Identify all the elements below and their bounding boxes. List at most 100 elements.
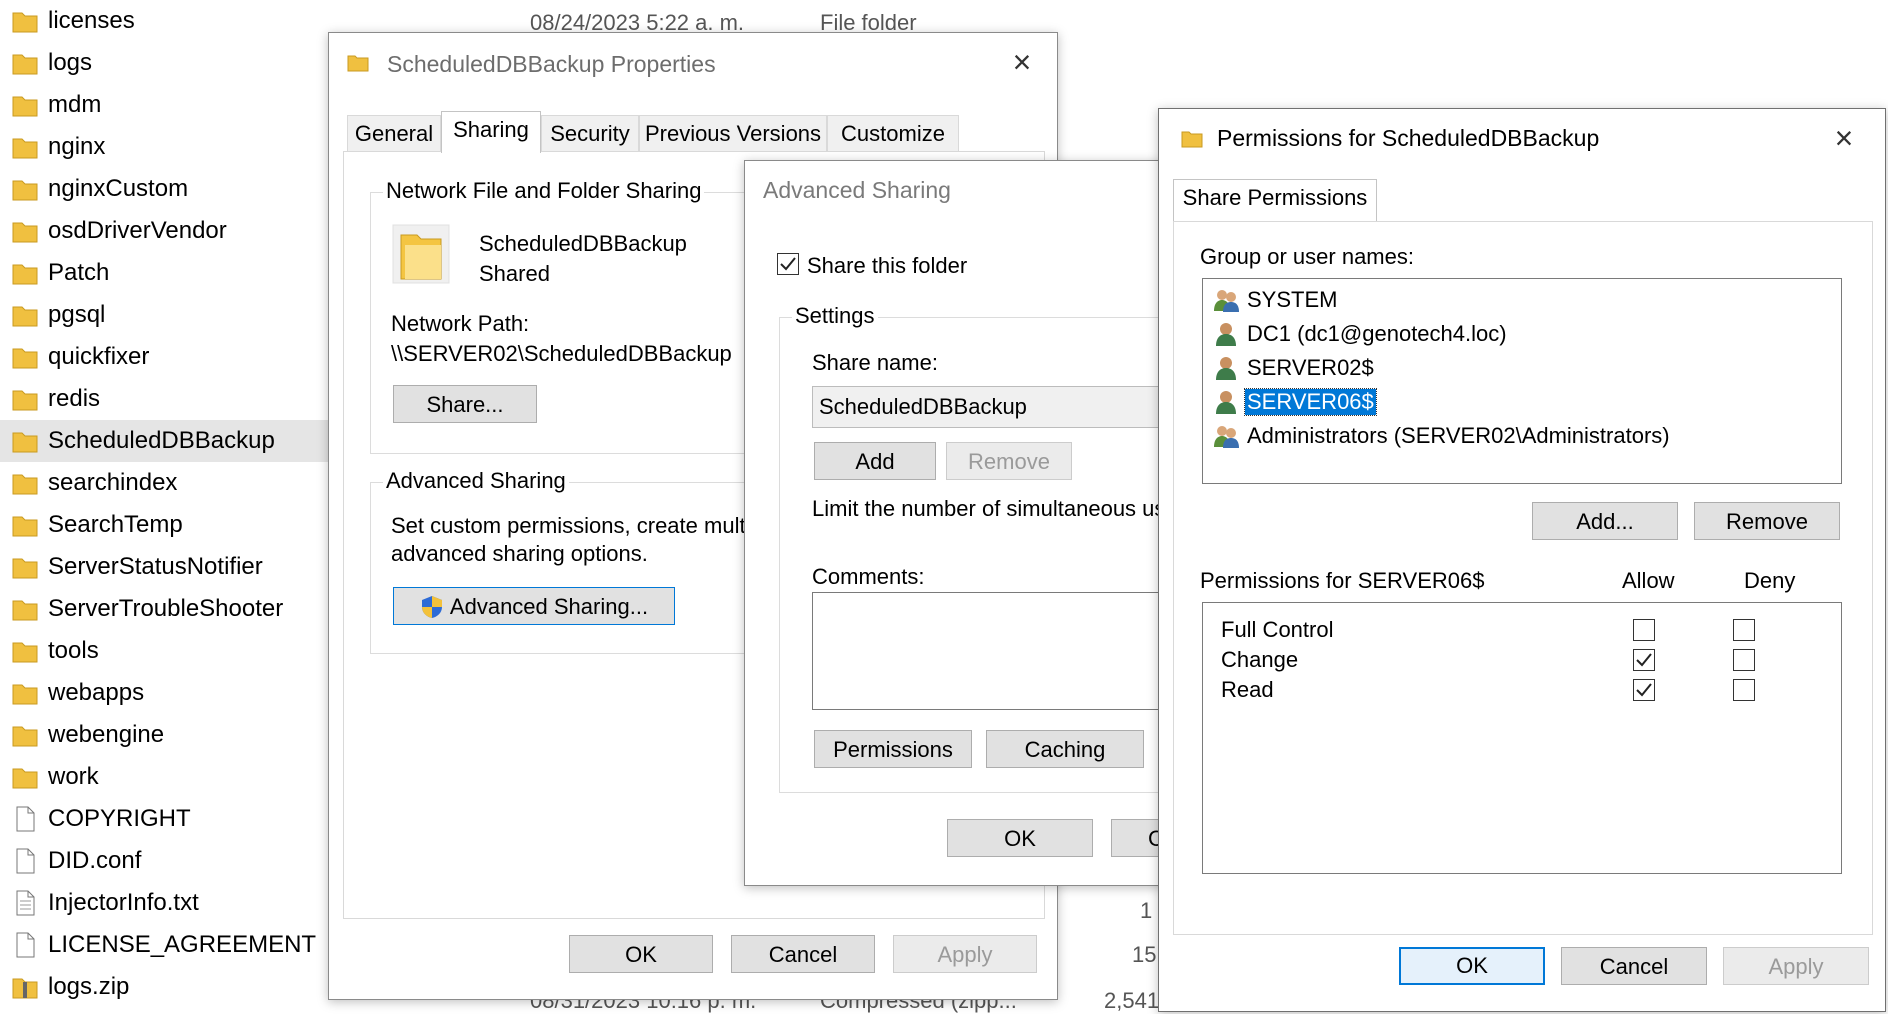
shared-folder-name: ScheduledDBBackup bbox=[479, 231, 687, 256]
deny-checkbox[interactable] bbox=[1733, 679, 1755, 701]
permissions-for-label: Permissions for SERVER06$ bbox=[1200, 568, 1485, 593]
tab-customize[interactable]: Customize bbox=[827, 115, 959, 152]
file-icon bbox=[16, 848, 35, 874]
advanced-cancel-button[interactable]: C bbox=[1111, 819, 1165, 857]
file-item[interactable]: work bbox=[0, 756, 328, 798]
tab-sharing[interactable]: Sharing bbox=[441, 111, 541, 153]
properties-cancel-button[interactable]: Cancel bbox=[731, 935, 875, 973]
advanced-sharing-button[interactable]: Advanced Sharing... bbox=[393, 587, 675, 625]
checkmark-icon bbox=[1636, 653, 1652, 667]
tab-share-permissions[interactable]: Share Permissions bbox=[1173, 179, 1377, 221]
file-item[interactable]: SearchTemp bbox=[0, 504, 328, 546]
allow-column-header: Allow bbox=[1622, 568, 1675, 593]
user-icon bbox=[1216, 391, 1236, 414]
share-this-folder-checkbox[interactable] bbox=[777, 253, 799, 275]
allow-checkbox[interactable] bbox=[1633, 619, 1655, 641]
user-name: DC1 (dc1@genotech4.loc) bbox=[1247, 321, 1507, 346]
permissions-cancel-button[interactable]: Cancel bbox=[1561, 947, 1707, 985]
settings-group: Settings Share name: ScheduledDBBackup A… bbox=[779, 303, 1165, 793]
file-name: InjectorInfo.txt bbox=[48, 889, 199, 916]
allow-checkbox[interactable] bbox=[1633, 679, 1655, 701]
network-sharing-group-label: Network File and Folder Sharing bbox=[383, 178, 705, 204]
file-item[interactable]: logs bbox=[0, 42, 328, 84]
permission-list: Full Control Change Read bbox=[1202, 602, 1842, 874]
folder-icon bbox=[12, 474, 38, 495]
file-item[interactable]: nginx bbox=[0, 126, 328, 168]
settings-group-label: Settings bbox=[792, 303, 878, 329]
user-icon bbox=[1216, 357, 1236, 380]
file-name: ServerStatusNotifier bbox=[48, 553, 263, 580]
share-status-text: Shared bbox=[479, 261, 550, 286]
folder-icon bbox=[12, 180, 38, 201]
file-item[interactable]: ServerStatusNotifier bbox=[0, 546, 328, 588]
file-item[interactable]: osdDriverVendor bbox=[0, 210, 328, 252]
file-item[interactable]: logs.zip bbox=[0, 966, 328, 1008]
file-item[interactable]: pgsql bbox=[0, 294, 328, 336]
file-name: osdDriverVendor bbox=[48, 217, 227, 244]
comments-field[interactable] bbox=[812, 592, 1165, 710]
tab-security[interactable]: Security bbox=[541, 115, 639, 152]
folder-icon bbox=[12, 432, 38, 453]
permissions-ok-button[interactable]: OK bbox=[1399, 947, 1545, 985]
file-name: ServerTroubleShooter bbox=[48, 595, 284, 622]
properties-close-icon[interactable]: × bbox=[1007, 46, 1037, 78]
file-item[interactable]: redis bbox=[0, 378, 328, 420]
bottom-size-text: 2,541 bbox=[1104, 988, 1160, 1013]
file-item[interactable]: quickfixer bbox=[0, 336, 328, 378]
folder-icon bbox=[12, 222, 38, 243]
file-name: DID.conf bbox=[48, 847, 142, 874]
user-list[interactable]: SYSTEM DC1 (dc1@genotech4.loc) SERVER02$ SE… bbox=[1202, 278, 1842, 484]
file-name: webengine bbox=[48, 721, 165, 748]
file-item[interactable]: InjectorInfo.txt bbox=[0, 882, 328, 924]
tab-general[interactable]: General bbox=[347, 115, 441, 152]
file-item[interactable]: webapps bbox=[0, 672, 328, 714]
file-name: mdm bbox=[48, 91, 102, 118]
remove-share-button[interactable]: Remove bbox=[946, 442, 1072, 480]
file-item[interactable]: Patch bbox=[0, 252, 328, 294]
folder-icon bbox=[1181, 131, 1203, 148]
permissions-apply-button[interactable]: Apply bbox=[1723, 947, 1869, 985]
share-name-field[interactable]: ScheduledDBBackup bbox=[812, 386, 1165, 428]
file-item[interactable]: ServerTroubleShooter bbox=[0, 588, 328, 630]
advanced-sharing-button-label: Advanced Sharing... bbox=[449, 594, 649, 619]
caching-button[interactable]: Caching bbox=[986, 730, 1144, 768]
folder-icon bbox=[12, 642, 38, 663]
permissions-tabs: Share Permissions bbox=[1173, 179, 1473, 221]
file-item[interactable]: ScheduledDBBackup bbox=[0, 420, 328, 462]
properties-apply-button[interactable]: Apply bbox=[893, 935, 1037, 973]
share-button[interactable]: Share... bbox=[393, 385, 537, 423]
folder-icon bbox=[12, 600, 38, 621]
file-item[interactable]: nginxCustom bbox=[0, 168, 328, 210]
deny-checkbox[interactable] bbox=[1733, 649, 1755, 671]
add-user-button[interactable]: Add... bbox=[1532, 502, 1678, 540]
folder-icon bbox=[12, 726, 38, 747]
file-item[interactable]: mdm bbox=[0, 84, 328, 126]
permissions-close-icon[interactable]: × bbox=[1829, 122, 1859, 154]
file-name: quickfixer bbox=[48, 343, 150, 370]
zip-folder-icon bbox=[12, 978, 38, 999]
add-share-button[interactable]: Add bbox=[814, 442, 936, 480]
file-item[interactable]: tools bbox=[0, 630, 328, 672]
file-item[interactable]: DID.conf bbox=[0, 840, 328, 882]
advanced-sharing-group-label: Advanced Sharing bbox=[383, 468, 569, 494]
allow-checkbox[interactable] bbox=[1633, 649, 1655, 671]
file-icon bbox=[16, 932, 35, 958]
file-item[interactable]: COPYRIGHT bbox=[0, 798, 328, 840]
permissions-button[interactable]: Permissions bbox=[814, 730, 972, 768]
group-users-icon bbox=[1214, 426, 1239, 448]
group-users-label: Group or user names: bbox=[1200, 244, 1414, 269]
shared-folder-icon bbox=[392, 224, 450, 284]
file-item[interactable]: webengine bbox=[0, 714, 328, 756]
file-name: work bbox=[48, 763, 99, 790]
tab-previous-versions[interactable]: Previous Versions bbox=[639, 115, 827, 152]
size-text-partial-1: 1 bbox=[1140, 898, 1153, 923]
remove-user-button[interactable]: Remove bbox=[1694, 502, 1840, 540]
deny-checkbox[interactable] bbox=[1733, 619, 1755, 641]
file-item[interactable]: searchindex bbox=[0, 462, 328, 504]
file-name: COPYRIGHT bbox=[48, 805, 191, 832]
advanced-ok-button[interactable]: OK bbox=[947, 819, 1093, 857]
file-item[interactable]: licenses bbox=[0, 0, 328, 42]
uac-shield-icon bbox=[422, 596, 442, 618]
properties-ok-button[interactable]: OK bbox=[569, 935, 713, 973]
file-item[interactable]: LICENSE_AGREEMENT bbox=[0, 924, 328, 966]
